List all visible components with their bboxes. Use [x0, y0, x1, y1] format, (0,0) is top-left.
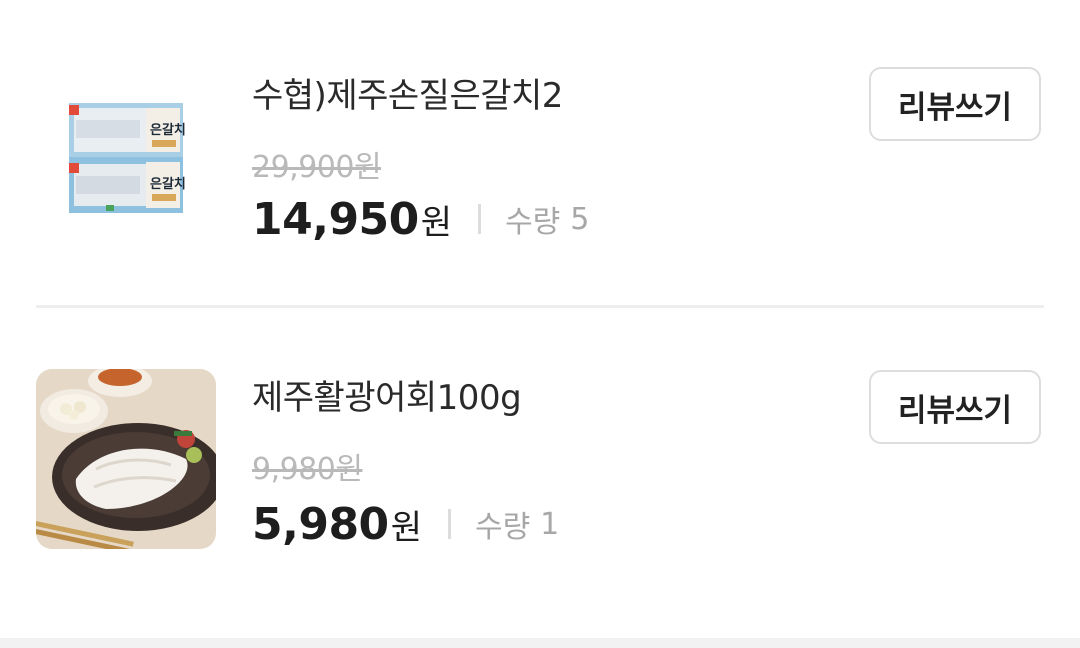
- price-row: 5,980 원 수량 1: [252, 496, 559, 552]
- package-label-1: 은갈치: [150, 122, 186, 138]
- quantity-value: 5: [570, 201, 590, 237]
- silver-hairtail-package-icon: 은갈치 은갈치: [69, 103, 186, 213]
- order-item: 제주활광어회100g 9,980원 5,980 원 수량 1 리뷰쓰기: [0, 303, 1080, 603]
- original-price: 9,980원: [252, 452, 363, 487]
- original-price: 29,900원: [252, 150, 382, 185]
- vertical-divider: [478, 204, 482, 234]
- flatfish-sashimi-icon: [36, 369, 216, 549]
- quantity-label: 수량: [505, 205, 561, 240]
- write-review-button[interactable]: 리뷰쓰기: [869, 67, 1041, 141]
- sale-price: 5,980: [252, 498, 389, 550]
- currency-unit: 원: [390, 507, 422, 548]
- quantity-value: 1: [540, 506, 560, 542]
- write-review-button[interactable]: 리뷰쓰기: [869, 370, 1041, 444]
- currency-unit: 원: [420, 202, 453, 243]
- section-divider: [0, 638, 1080, 648]
- order-item: 은갈치 은갈치 수협)제주손질은갈치2 29,900원 14,950 원 수량 …: [0, 0, 1080, 300]
- price-row: 14,950 원 수량 5: [252, 191, 589, 247]
- product-name[interactable]: 제주활광어회100g: [252, 378, 522, 418]
- order-review-list: 은갈치 은갈치 수협)제주손질은갈치2 29,900원 14,950 원 수량 …: [0, 0, 1080, 648]
- quantity-label: 수량: [474, 510, 531, 545]
- vertical-divider: [447, 509, 451, 539]
- product-thumbnail[interactable]: 은갈치 은갈치: [36, 68, 216, 248]
- package-label-2: 은갈치: [150, 176, 186, 192]
- product-name[interactable]: 수협)제주손질은갈치2: [252, 76, 563, 116]
- sale-price: 14,950: [252, 193, 419, 245]
- product-thumbnail[interactable]: [36, 369, 216, 549]
